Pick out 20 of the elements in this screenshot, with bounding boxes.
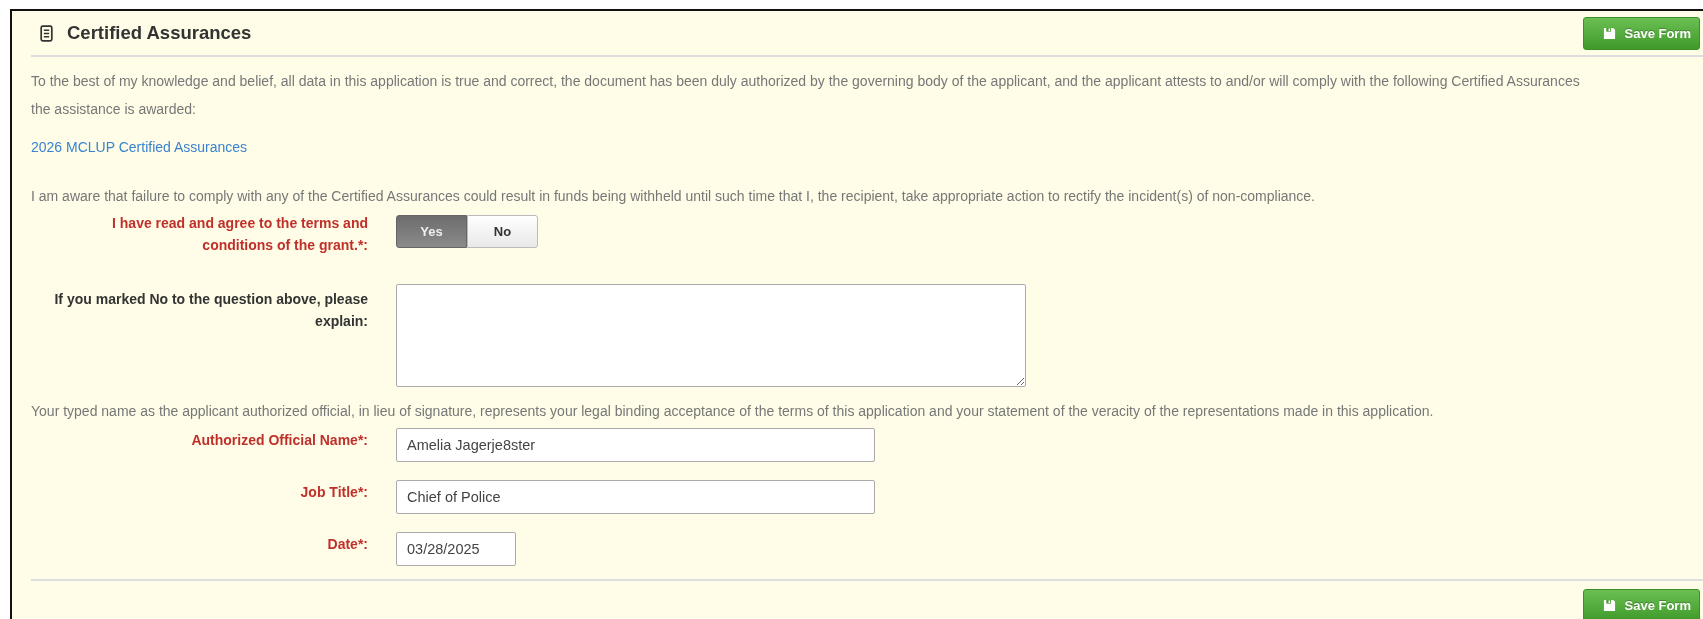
toggle-option[interactable]: Yes	[396, 215, 467, 248]
field-label: Date*:	[326, 535, 368, 554]
section-title: Certified Assurances	[67, 22, 252, 44]
signature-text: Your typed name as the applicant authorized official, in lieu of signature, represents your legal binding acceptance of the terms of this application and your statement of the veracity of the representations made in this application.	[31, 402, 1435, 421]
field-label: Authorized Official Name*:	[190, 431, 368, 450]
toggle-option[interactable]: No	[467, 215, 538, 248]
field-label: If you marked No to the question above, please explain:	[53, 290, 368, 331]
document-icon	[40, 24, 53, 42]
intro-text: To the best of my knowledge and belief, all data in this application is true and correct, the document has been duly authorized by the governing body of the applicant, and the applicant attests to and/or will comply with the following Certified Assurances	[31, 72, 1581, 91]
save-icon	[1602, 599, 1616, 612]
assurances-link[interactable]: 2026 MCLUP Certified Assurances	[31, 136, 248, 158]
intro-text: the assistance is awarded:	[31, 100, 197, 119]
save-icon	[1602, 26, 1616, 40]
date-field[interactable]: 03/28/2025	[396, 532, 516, 566]
explanation-field[interactable]	[396, 284, 1026, 387]
text-field[interactable]: Chief of Police	[396, 480, 875, 514]
awareness-text: I am aware that failure to comply with any of the Certified Assurances could result in funds being withheld until such time that I, the recipient, take appropriate action to rectify the incident(s) of non-compliance.	[31, 187, 1316, 206]
text-field[interactable]: Amelia Jagerje8ster	[396, 428, 875, 462]
field-label: Job Title*:	[299, 483, 368, 502]
field-label: I have read and agree to the terms and conditions of the grant.*:	[111, 214, 368, 255]
